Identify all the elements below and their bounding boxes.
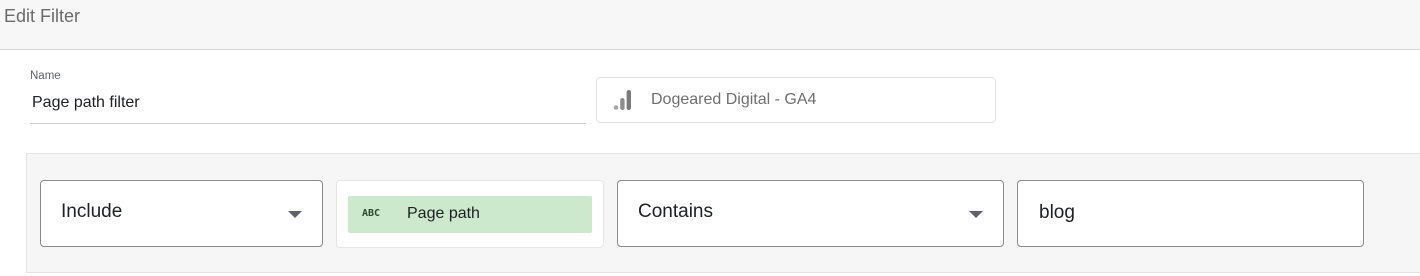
condition-dropdown[interactable]: Contains [617,180,1004,247]
name-input[interactable]: Page path filter [32,94,140,112]
name-field[interactable]: Name Page path filter [30,68,586,124]
include-exclude-value: Include [61,201,123,222]
include-exclude-dropdown[interactable]: Include [40,180,323,247]
analytics-bars-icon [613,90,631,110]
dimension-label: Page path [407,205,480,222]
text-type-icon: ABC [362,208,381,219]
dimension-chip[interactable]: ABC Page path [348,196,592,233]
dimension-field[interactable]: ABC Page path [336,180,604,248]
chevron-down-icon [969,211,983,218]
filter-value-text[interactable]: blog [1039,202,1075,224]
chevron-down-icon [288,211,302,218]
dialog-title: Edit Filter [4,6,81,26]
dialog-header: Edit Filter [0,0,1420,50]
data-source-name: Dogeared Digital - GA4 [651,91,817,108]
name-field-label: Name [30,70,61,82]
data-source-selector[interactable]: Dogeared Digital - GA4 [596,77,996,123]
condition-value: Contains [638,201,713,222]
filter-value-input[interactable]: blog [1017,180,1364,247]
